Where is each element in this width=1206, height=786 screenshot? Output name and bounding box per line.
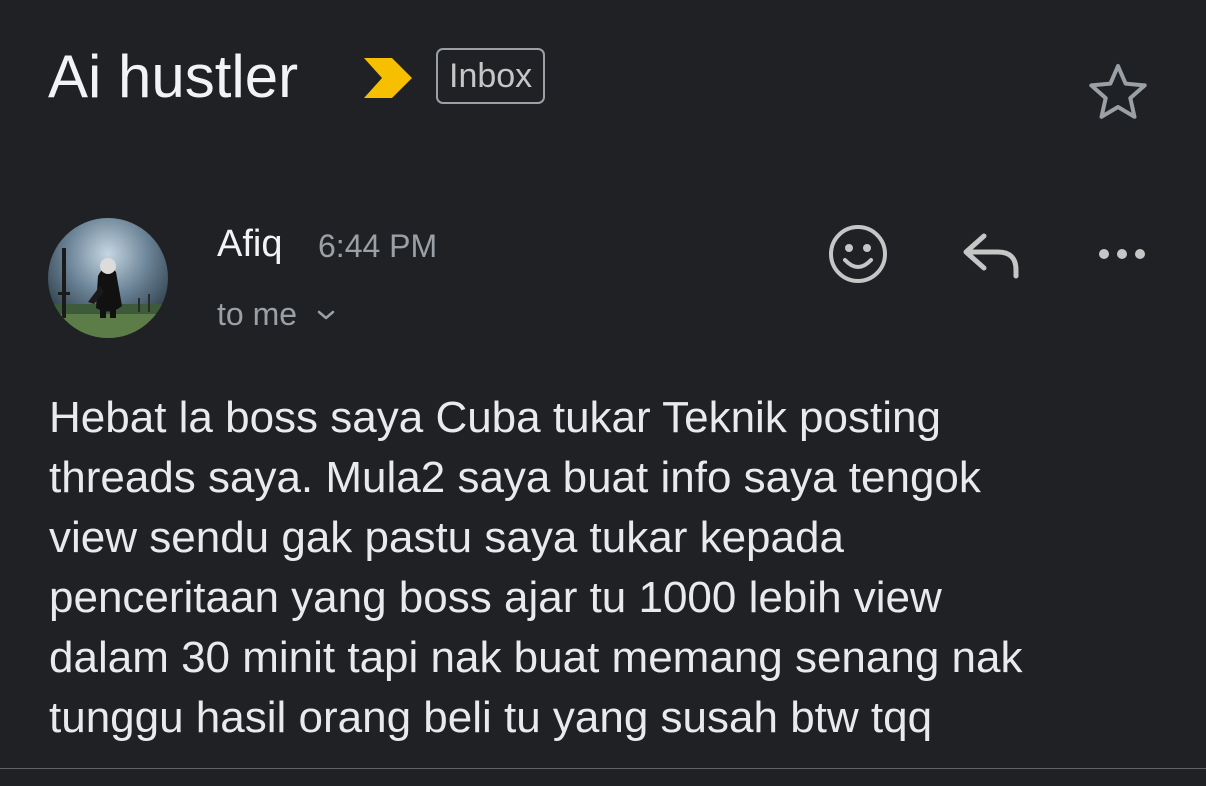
sender-name[interactable]: Afiq [217, 222, 282, 266]
email-subject: Ai hustler [48, 43, 299, 110]
emoji-reaction-icon[interactable] [826, 222, 890, 286]
message-time: 6:44 PM [318, 228, 438, 264]
inbox-label-chip[interactable]: Inbox [436, 48, 546, 104]
avatar-image [48, 218, 168, 338]
more-horizontal-icon[interactable] [1092, 232, 1156, 276]
chevron-down-icon [317, 310, 335, 319]
importance-marker-icon[interactable] [362, 56, 416, 100]
star-icon[interactable] [1086, 60, 1150, 124]
message-body: Hebat la boss saya Cuba tukar Teknik pos… [49, 393, 1023, 742]
subject-row: Ai hustler Inbox [48, 38, 1166, 119]
recipients-toggle[interactable]: to me [217, 294, 336, 334]
reply-icon[interactable] [958, 224, 1022, 284]
divider [0, 768, 1206, 769]
sender-avatar[interactable] [48, 218, 168, 338]
recipients-text: to me [217, 296, 298, 332]
